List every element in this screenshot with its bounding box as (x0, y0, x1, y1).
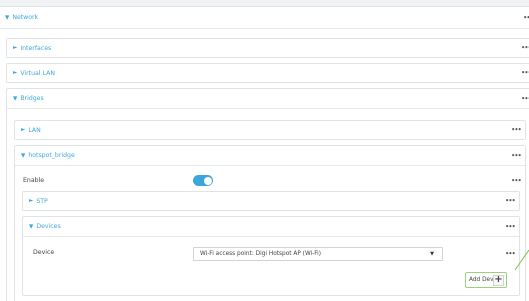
menu-icon[interactable]: ••• (521, 70, 529, 77)
virtual-lan-title: Virtual LAN (20, 69, 55, 77)
expand-icon: ► (13, 45, 18, 51)
interfaces-panel[interactable]: ► Interfaces ••• (6, 38, 529, 58)
collapse-icon: ▼ (21, 152, 26, 159)
menu-icon[interactable]: ••• (521, 45, 529, 52)
virtual-lan-panel[interactable]: ► Virtual LAN ••• (6, 63, 529, 83)
bridges-title: Bridges (20, 95, 44, 102)
stp-header[interactable]: ► STP ••• (23, 192, 519, 210)
device-select[interactable]: Wi-Fi access point: Digi Hotspot AP (Wi-… (193, 247, 443, 261)
device-select-value: Wi-Fi access point: Digi Hotspot AP (Wi-… (200, 251, 322, 257)
hotspot-bridge-header[interactable]: ▼ hotspot_bridge ••• (15, 146, 525, 166)
network-title: Network (12, 14, 39, 21)
interfaces-title: Interfaces (20, 44, 52, 52)
plus-icon: + (493, 274, 504, 286)
lan-title: LAN (28, 126, 41, 134)
network-header[interactable]: ▼ Network ••• (0, 7, 529, 29)
lan-panel[interactable]: ► LAN ••• (14, 120, 526, 140)
lan-header[interactable]: ► LAN ••• (15, 121, 525, 139)
menu-icon[interactable]: ••• (505, 251, 515, 258)
devices-panel: ▼ Devices ••• Device Wi-Fi access point:… (22, 216, 520, 296)
hotspot-bridge-title: hotspot_bridge (28, 152, 75, 159)
menu-icon[interactable]: ••• (521, 95, 529, 102)
bridges-header[interactable]: ▼ Bridges ••• (7, 89, 529, 109)
collapse-icon: ▼ (29, 223, 34, 230)
expand-icon: ► (21, 127, 26, 133)
devices-header[interactable]: ▼ Devices ••• (23, 217, 519, 237)
menu-icon[interactable]: ••• (505, 198, 515, 205)
toggle-knob (203, 176, 212, 185)
menu-icon[interactable]: ••• (511, 152, 521, 159)
interfaces-header[interactable]: ► Interfaces ••• (7, 39, 529, 57)
enable-toggle[interactable] (193, 175, 213, 186)
menu-icon[interactable]: ••• (505, 223, 515, 230)
devices-title: Devices (36, 223, 61, 230)
enable-label: Enable (23, 177, 45, 184)
expand-icon: ► (13, 70, 18, 76)
add-device-button[interactable]: Add Device + (465, 272, 507, 288)
device-label: Device (33, 249, 55, 256)
stp-title: STP (36, 197, 48, 205)
collapse-icon: ▼ (13, 95, 18, 102)
expand-icon: ► (29, 198, 34, 204)
virtual-lan-header[interactable]: ► Virtual LAN ••• (7, 64, 529, 82)
menu-icon[interactable]: ••• (511, 178, 521, 185)
menu-icon[interactable]: ••• (511, 127, 521, 134)
stp-panel[interactable]: ► STP ••• (22, 191, 520, 211)
dropdown-caret-icon: ▼ (430, 251, 434, 257)
menu-icon[interactable]: ••• (523, 14, 529, 21)
collapse-icon: ▼ (5, 14, 10, 21)
